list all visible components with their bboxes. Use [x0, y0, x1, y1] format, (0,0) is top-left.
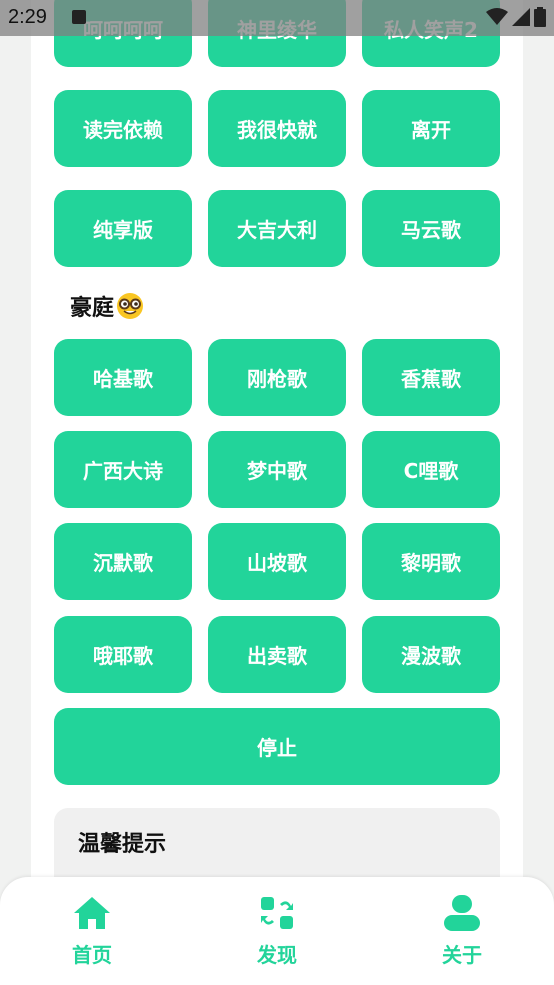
discover-icon [261, 897, 293, 929]
signal-icon [512, 8, 530, 26]
button-label: 山坡歌 [247, 551, 307, 575]
nav-label-home: 首页 [72, 943, 112, 967]
nav-item-about[interactable]: 关于 [416, 895, 508, 975]
button-label: 黎明歌 [401, 551, 461, 575]
button-label: 纯享版 [93, 218, 153, 242]
sound-button[interactable]: 哈基歌 [54, 339, 192, 416]
button-label: 梦中歌 [247, 459, 307, 483]
button-label: 马云歌 [401, 218, 461, 242]
sound-button[interactable]: 读完依赖 [54, 90, 192, 167]
section-title: 豪庭 [70, 290, 144, 322]
button-label: 刚枪歌 [247, 367, 307, 391]
home-icon [74, 897, 110, 929]
bottom-navigation: 首页 发现 关于 [0, 877, 554, 985]
button-label: 香蕉歌 [401, 367, 461, 391]
nav-item-home[interactable]: 首页 [46, 895, 138, 975]
button-label: 哈基歌 [93, 367, 153, 391]
sound-button[interactable]: 漫波歌 [362, 616, 500, 693]
sound-button[interactable]: 梦中歌 [208, 431, 346, 508]
button-label: 读完依赖 [83, 118, 163, 142]
sound-button[interactable]: 刚枪歌 [208, 339, 346, 416]
button-label: 离开 [411, 118, 451, 142]
wifi-icon [486, 8, 508, 25]
sound-button[interactable]: 离开 [362, 90, 500, 167]
sound-button[interactable]: 广西大诗 [54, 431, 192, 508]
sound-button[interactable]: C哩歌 [362, 431, 500, 508]
sound-button[interactable]: 出卖歌 [208, 616, 346, 693]
nav-label-about: 关于 [442, 943, 482, 967]
stop-button[interactable]: 停止 [54, 708, 500, 785]
sound-button[interactable]: 马云歌 [362, 190, 500, 267]
button-label: 哦耶歌 [93, 644, 153, 668]
stop-button-label: 停止 [257, 736, 297, 760]
button-label: C哩歌 [403, 459, 459, 483]
button-label: 沉默歌 [93, 551, 153, 575]
button-label: 大吉大利 [237, 218, 317, 242]
section-title-text: 豪庭 [70, 296, 115, 321]
status-bar: 2:29 [0, 0, 554, 36]
button-label: 漫波歌 [401, 644, 461, 668]
button-label: 出卖歌 [247, 644, 307, 668]
sound-button[interactable]: 沉默歌 [54, 523, 192, 600]
battery-icon [534, 7, 546, 27]
sound-button[interactable]: 黎明歌 [362, 523, 500, 600]
sound-button[interactable]: 山坡歌 [208, 523, 346, 600]
nerd-face-emoji-icon [117, 293, 144, 319]
sound-button[interactable]: 我很快就 [208, 90, 346, 167]
sound-button[interactable]: 香蕉歌 [362, 339, 500, 416]
nav-item-discover[interactable]: 发现 [231, 895, 323, 975]
tip-title: 温馨提示 [78, 832, 167, 857]
status-time: 2:29 [8, 6, 47, 28]
status-icons [486, 7, 546, 27]
sound-button[interactable]: 纯享版 [54, 190, 192, 267]
button-label: 广西大诗 [83, 459, 163, 483]
sound-button[interactable]: 哦耶歌 [54, 616, 192, 693]
notification-icon [72, 10, 86, 24]
user-icon [444, 895, 480, 931]
sound-button[interactable]: 大吉大利 [208, 190, 346, 267]
button-label: 我很快就 [237, 118, 317, 142]
nav-label-discover: 发现 [257, 943, 297, 967]
